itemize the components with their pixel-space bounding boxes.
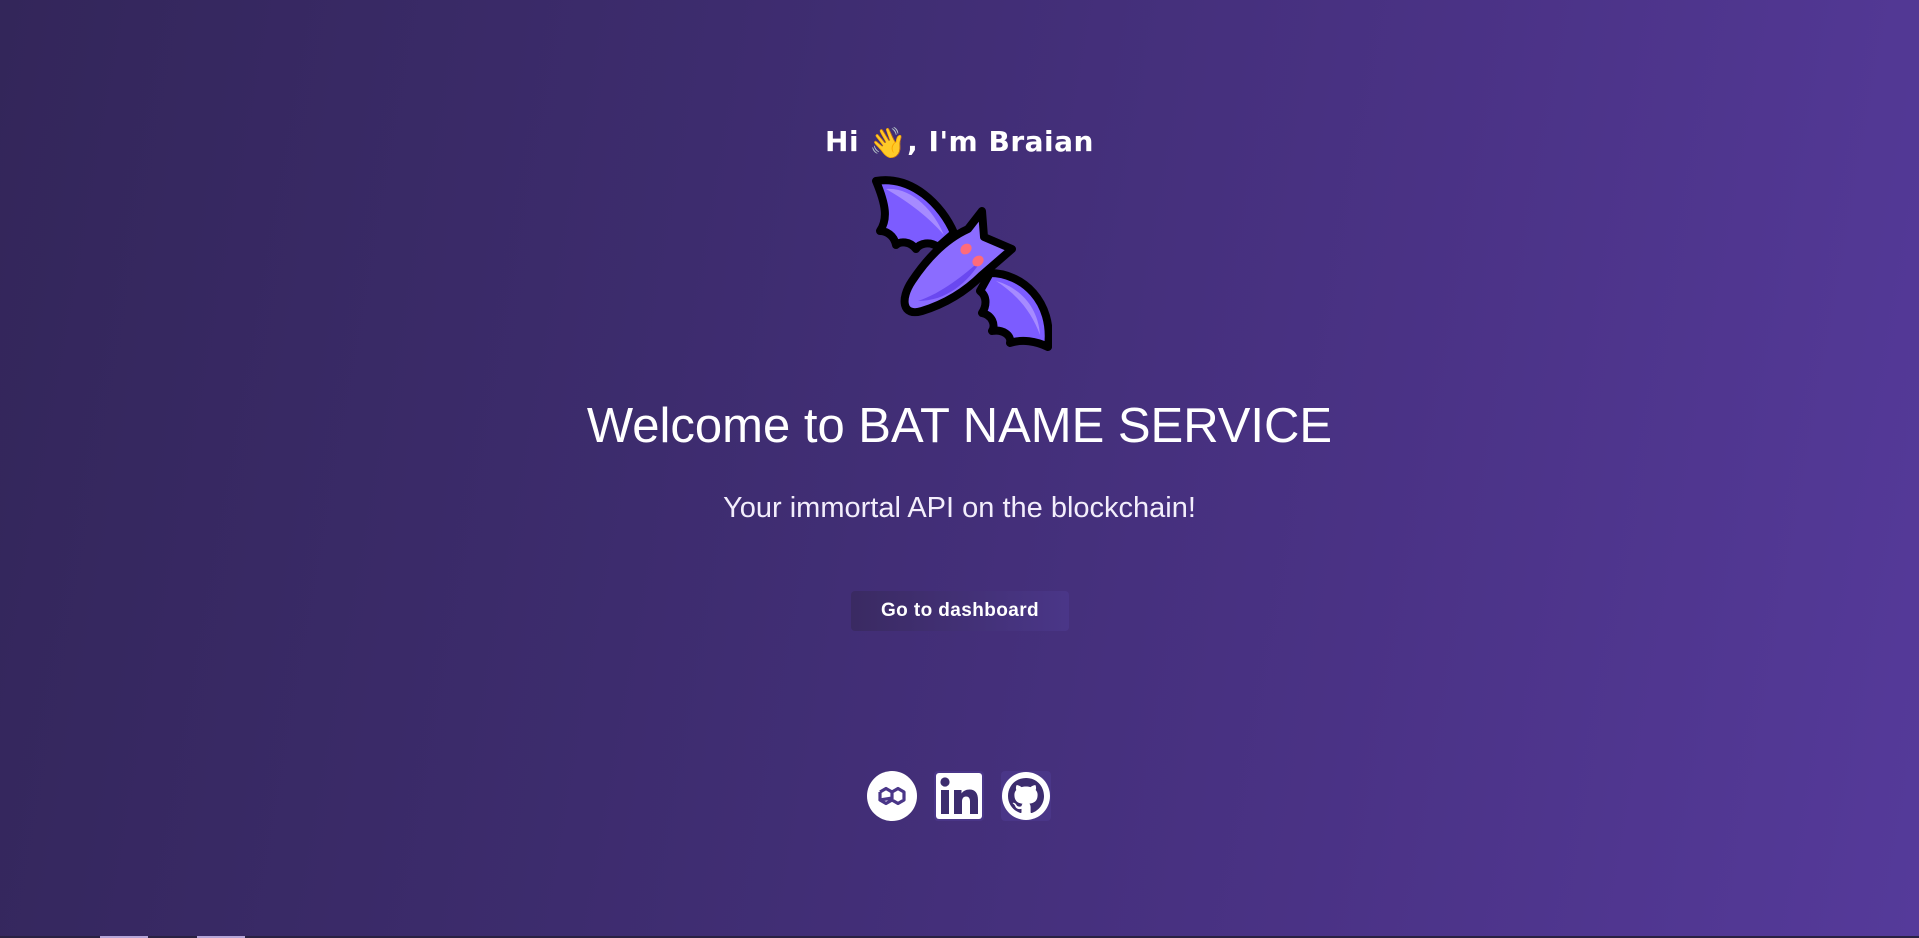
github-icon[interactable] <box>1000 770 1052 822</box>
linkedin-icon[interactable] <box>933 770 985 822</box>
greeting: Hi 👋, I'm Braian <box>0 118 1919 168</box>
go-to-dashboard-button[interactable]: Go to dashboard <box>851 591 1069 631</box>
social-links <box>866 770 1052 822</box>
waving-hand-icon: 👋 <box>869 126 908 161</box>
bat-icon <box>872 176 1052 351</box>
page-title: Welcome to BAT NAME SERVICE <box>586 399 1333 453</box>
polygon-icon[interactable] <box>866 770 918 822</box>
page-subtitle: Your immortal API on the blockchain! <box>723 492 1196 524</box>
bat-lower-wing <box>976 269 1052 351</box>
bat-upper-wing <box>872 176 958 253</box>
greeting-prefix: Hi <box>825 125 870 158</box>
greeting-name: , I'm Braian <box>907 125 1094 158</box>
